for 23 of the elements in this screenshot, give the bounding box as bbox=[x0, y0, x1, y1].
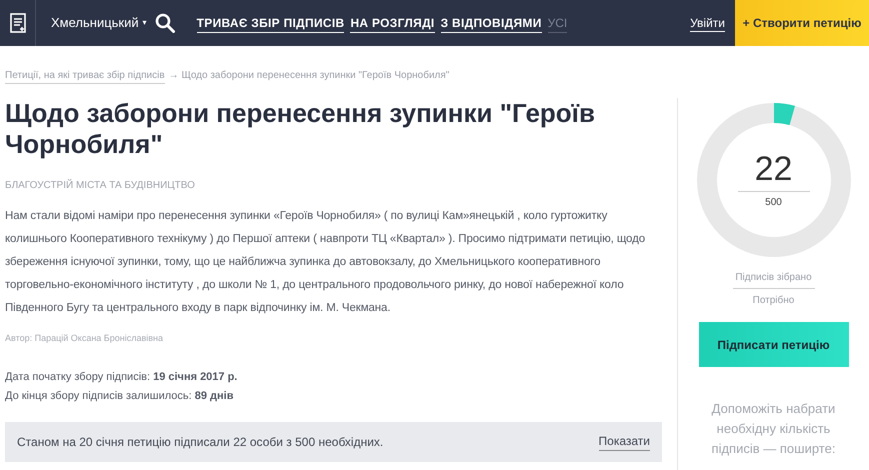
remaining-time-text: До кінця збору підписів залишилось: 89 днів bbox=[5, 388, 234, 404]
sign-petition-button[interactable]: Підписати петицію bbox=[698, 322, 848, 367]
petition-text: Нам стали відомі наміри про перенесення зупинки «Героїв Чорнобиля» ( по вулиці Кам»янецькій , коло гуртожитку колишнього Кооперативного технікуму ) до Першої аптеки ( навпроти ТЦ «Квартал» ). Просимо підтримати петицію, щодо збереження існуючої зупинки, тому, що це найближча зупинка до автовокзалу, до Хмельницького кооперативного торговельно-економічного інституту , до школи № 1, до центрального продовольчого ринку, до нової набережної коло Південного Бугу та центрального входу в парк відпочинку ім. М. Чекмана. bbox=[5, 209, 646, 316]
petition-title: Щодо заборони перенесення зупинки "Героїв Чорнобиля" bbox=[5, 98, 596, 160]
create-petition-button[interactable]: + Створити петицію bbox=[735, 0, 869, 46]
status-text: Станом на 20 січня петицію підписали 22 особи з 500 необхідних. bbox=[17, 434, 384, 450]
nav-tab[interactable]: ТРИВАЄ ЗБІР ПІДПИСІВ bbox=[196, 14, 344, 32]
start-date-text: Дата початку збору підписів: 19 січня 2017 р. bbox=[5, 370, 238, 384]
signature-count: 22 bbox=[754, 150, 792, 188]
collected-label: Підписів зібрано bbox=[732, 270, 814, 289]
needed-label: Потрібно bbox=[752, 294, 794, 308]
breadcrumb-current: → Щодо заборони перенесення зупинки "Героїв Чорнобиля" bbox=[168, 69, 450, 83]
city-dropdown[interactable]: Хмельницький ▾ bbox=[51, 13, 147, 33]
share-text: Допоможіть набрати необхідну кількість підписів — поширте: bbox=[710, 400, 836, 458]
document-logo-icon[interactable] bbox=[10, 13, 26, 33]
signature-goal: 500 bbox=[765, 196, 782, 210]
show-link[interactable]: Показати bbox=[598, 432, 650, 451]
nav-tab[interactable]: НА РОЗГЛЯДІ bbox=[350, 14, 435, 32]
category-label: БЛАГОУСТРІЙ МІСТА ТА БУДІВНИЦТВО bbox=[5, 178, 196, 193]
nav-tab[interactable]: З ВІДПОВІДЯМИ bbox=[440, 14, 542, 32]
search-icon[interactable] bbox=[154, 13, 175, 33]
author-label: Автор: Парацій Оксана Броніславівна bbox=[5, 332, 164, 345]
login-link[interactable]: Увійти bbox=[690, 14, 725, 32]
